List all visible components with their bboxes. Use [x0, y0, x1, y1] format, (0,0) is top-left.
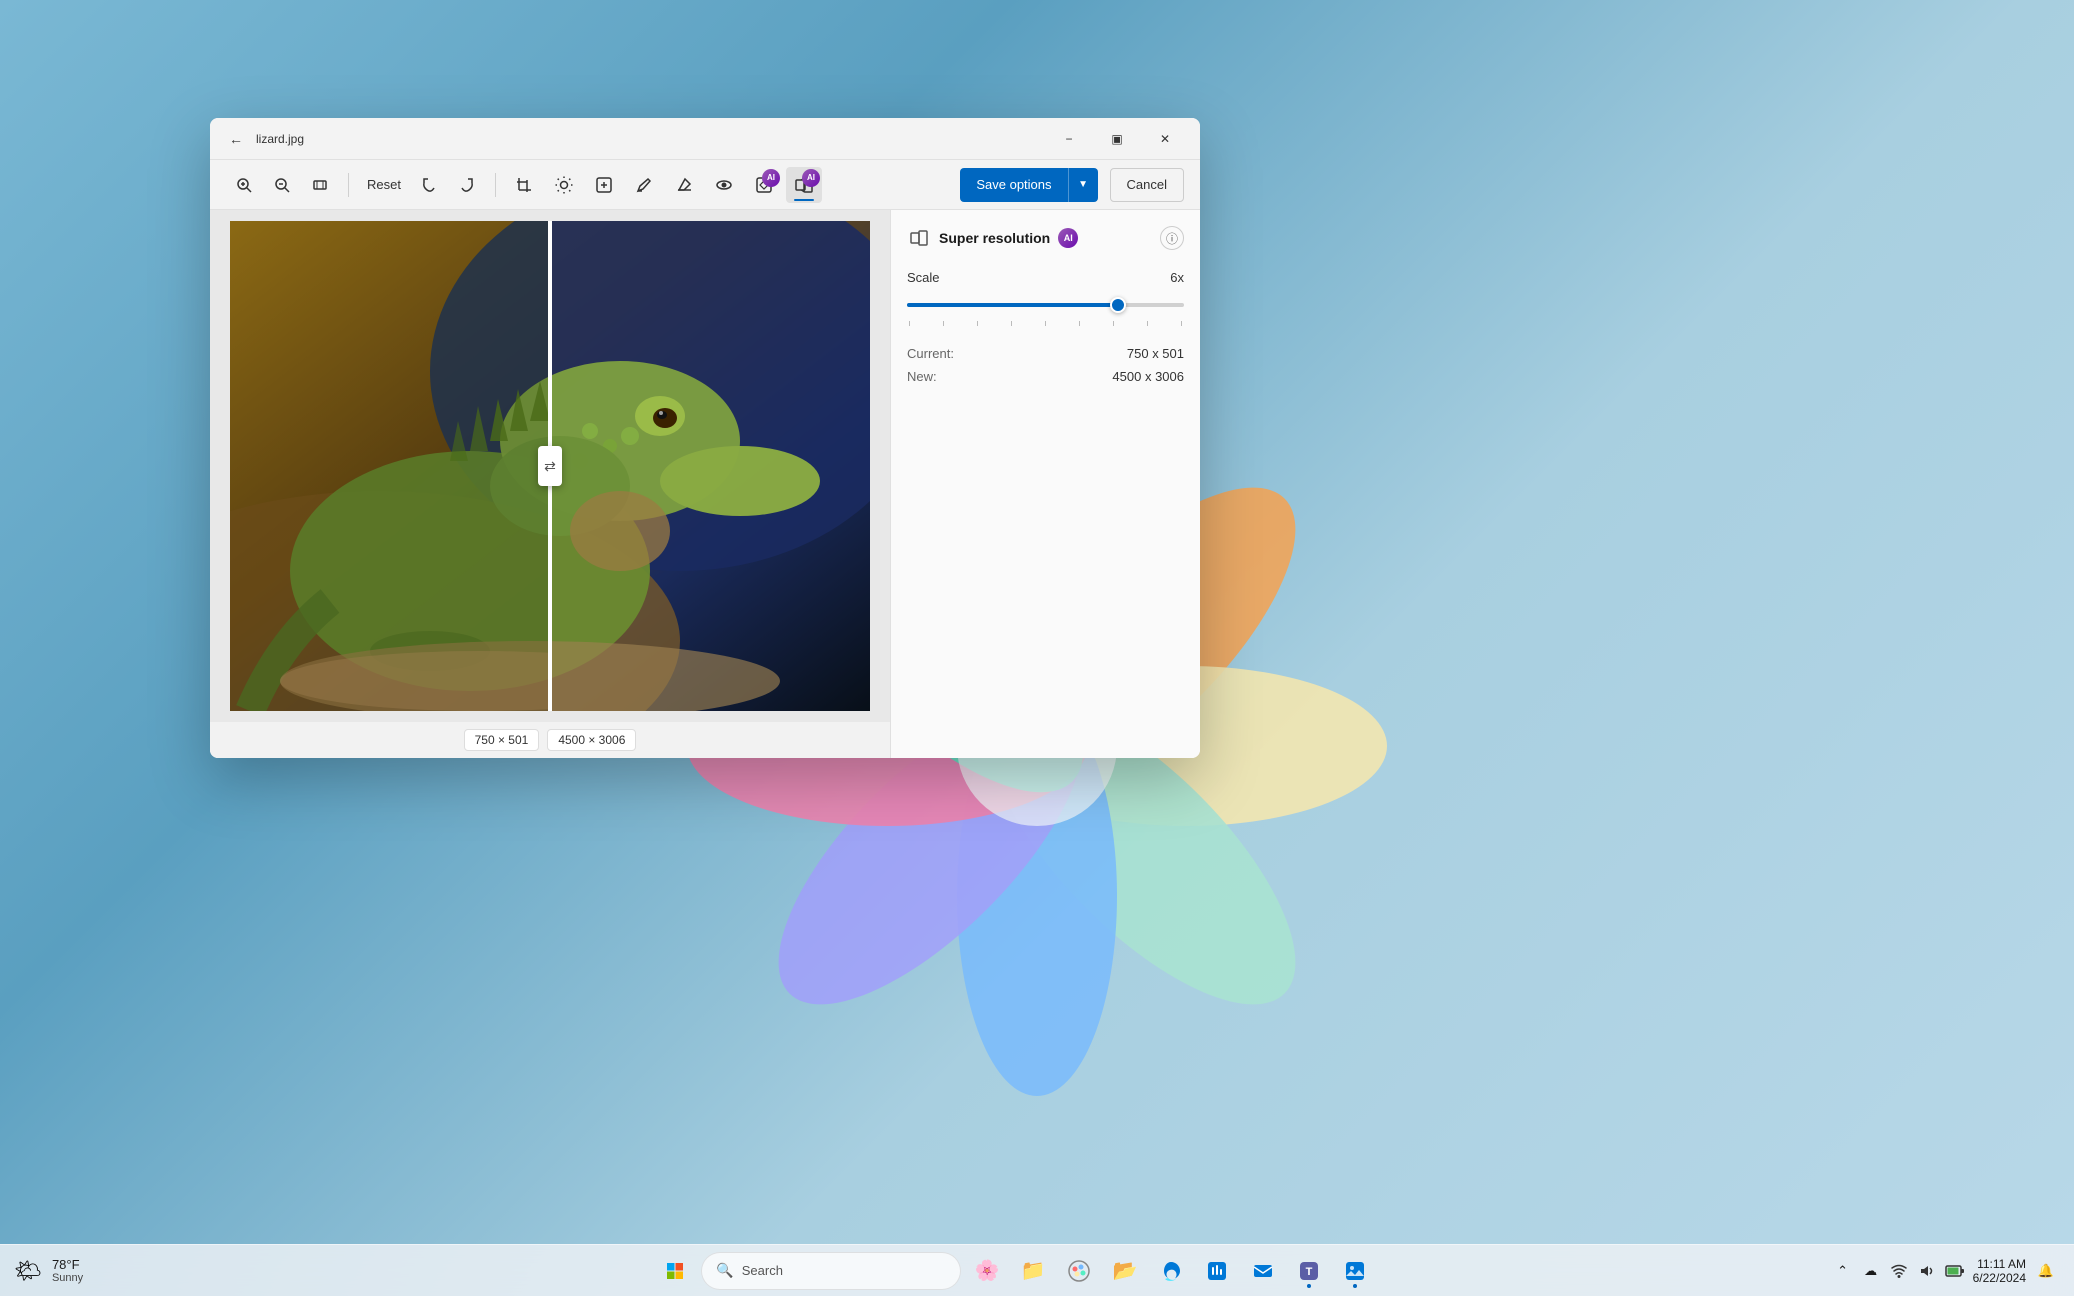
erase-button[interactable]: [666, 167, 702, 203]
clock-time: 11:11 AM: [1977, 1257, 2026, 1271]
start-button[interactable]: [655, 1251, 695, 1291]
redo-button[interactable]: [449, 167, 485, 203]
scale-slider[interactable]: [907, 295, 1184, 315]
tray-battery[interactable]: [1943, 1259, 1967, 1283]
svg-text:T: T: [1306, 1266, 1313, 1278]
ai-badge-1: AI: [762, 169, 780, 187]
split-handle-button[interactable]: ⇄: [538, 446, 562, 486]
search-icon: 🔍: [716, 1262, 733, 1279]
taskbar-weather[interactable]: 🌤 78°F Sunny: [0, 1257, 200, 1284]
split-handle[interactable]: ⇄: [548, 221, 552, 711]
image-edit-area: ⇄ 750 × 501 4500 × 3006: [210, 210, 890, 758]
taskbar-icon-colorful[interactable]: [1059, 1251, 1099, 1291]
reset-button[interactable]: Reset: [359, 167, 409, 203]
current-value: 750 x 501: [1127, 346, 1184, 361]
scale-value: 6x: [1170, 270, 1184, 285]
markup-button[interactable]: [586, 167, 622, 203]
taskbar-icon-photos[interactable]: 🌸: [967, 1251, 1007, 1291]
new-dim-row: New: 4500 x 3006: [907, 369, 1184, 384]
original-size-label: 750 × 501: [464, 729, 540, 751]
size-labels: 750 × 501 4500 × 3006: [210, 722, 890, 758]
slider-track: [907, 303, 1184, 307]
system-clock[interactable]: 11:11 AM 6/22/2024: [1973, 1257, 2026, 1285]
save-options-group: Save options ▼: [960, 168, 1097, 202]
taskbar-icon-store[interactable]: [1197, 1251, 1237, 1291]
current-dim-row: Current: 750 x 501: [907, 346, 1184, 361]
ai-badge-2: AI: [802, 169, 820, 187]
ai-enhance-button[interactable]: AI: [746, 167, 782, 203]
tray-volume[interactable]: [1915, 1259, 1939, 1283]
save-options-button[interactable]: Save options: [960, 168, 1067, 202]
new-value: 4500 x 3006: [1112, 369, 1184, 384]
taskbar-center: 🔍 Search 🌸 📁 📂: [200, 1251, 1831, 1291]
search-bar-label: Search: [742, 1263, 783, 1278]
undo-button[interactable]: [411, 167, 447, 203]
panel-title-row: Super resolution AI: [907, 226, 1078, 250]
redeye-button[interactable]: [706, 167, 742, 203]
current-label: Current:: [907, 346, 954, 361]
tray-chevron[interactable]: ⌃: [1831, 1259, 1855, 1283]
image-wrapper: ⇄: [230, 221, 870, 711]
cancel-button[interactable]: Cancel: [1110, 168, 1184, 202]
content-area: ⇄ 750 × 501 4500 × 3006: [210, 210, 1200, 758]
taskbar-icon-explorer2[interactable]: 📂: [1105, 1251, 1145, 1291]
brightness-button[interactable]: [546, 167, 582, 203]
crop-button[interactable]: [506, 167, 542, 203]
weather-desc: Sunny: [52, 1272, 83, 1284]
separator-2: [495, 173, 496, 197]
system-tray: ⌃ ☁: [1831, 1259, 1967, 1283]
search-bar[interactable]: 🔍 Search: [701, 1252, 961, 1290]
window-title: lizard.jpg: [256, 132, 1046, 146]
taskbar-icon-fileexplorer[interactable]: 📁: [1013, 1251, 1053, 1291]
info-button[interactable]: ⓘ: [1160, 226, 1184, 250]
panel-ai-badge: AI: [1058, 228, 1078, 248]
zoom-in-button[interactable]: [226, 167, 262, 203]
enhanced-size-label: 4500 × 3006: [547, 729, 636, 751]
weather-info: 78°F Sunny: [52, 1257, 83, 1284]
slider-thumb[interactable]: [1110, 297, 1126, 313]
minimize-button[interactable]: −: [1046, 123, 1092, 155]
scale-section: Scale 6x: [907, 270, 1184, 326]
scale-row: Scale 6x: [907, 270, 1184, 285]
clock-date: 6/22/2024: [1973, 1271, 2026, 1285]
image-original: [230, 221, 550, 711]
app-window: ← lizard.jpg − ▣ ✕: [210, 118, 1200, 758]
taskbar-icon-mail[interactable]: [1243, 1251, 1283, 1291]
draw-button[interactable]: [626, 167, 662, 203]
toolbar: Reset: [210, 160, 1200, 210]
save-options-dropdown[interactable]: ▼: [1068, 168, 1098, 202]
dimensions-section: Current: 750 x 501 New: 4500 x 3006: [907, 346, 1184, 384]
taskbar-icon-edge[interactable]: [1151, 1251, 1191, 1291]
zoom-out-button[interactable]: [264, 167, 300, 203]
taskbar-icon-photos-app[interactable]: [1335, 1251, 1375, 1291]
tray-wifi[interactable]: [1887, 1259, 1911, 1283]
back-button[interactable]: ←: [222, 125, 250, 153]
slider-fill: [907, 303, 1118, 307]
fit-to-window-button[interactable]: [302, 167, 338, 203]
weather-temp: 78°F: [52, 1257, 83, 1272]
new-label: New:: [907, 369, 937, 384]
separator-1: [348, 173, 349, 197]
maximize-button[interactable]: ▣: [1094, 123, 1140, 155]
zoom-controls: [226, 167, 338, 203]
taskbar-right: ⌃ ☁: [1831, 1257, 2074, 1285]
window-controls: − ▣ ✕: [1046, 123, 1188, 155]
scale-label: Scale: [907, 270, 940, 285]
super-resolution-button[interactable]: AI: [786, 167, 822, 203]
image-container: ⇄: [210, 210, 890, 722]
panel-title: Super resolution: [939, 230, 1050, 246]
history-controls: Reset: [359, 167, 485, 203]
close-button[interactable]: ✕: [1142, 123, 1188, 155]
title-bar: ← lizard.jpg − ▣ ✕: [210, 118, 1200, 160]
panel-header: Super resolution AI ⓘ: [907, 226, 1184, 250]
taskbar-icon-teams[interactable]: T: [1289, 1251, 1329, 1291]
image-enhanced: [550, 221, 870, 711]
taskbar: 🌤 78°F Sunny 🔍 Search 🌸 📁: [0, 1244, 2074, 1296]
notification-button[interactable]: 🔔: [2032, 1257, 2060, 1285]
right-panel: Super resolution AI ⓘ Scale 6x: [890, 210, 1200, 758]
panel-icon: [907, 226, 931, 250]
weather-icon: 🌤: [14, 1258, 42, 1284]
tray-onedrive[interactable]: ☁: [1859, 1259, 1883, 1283]
